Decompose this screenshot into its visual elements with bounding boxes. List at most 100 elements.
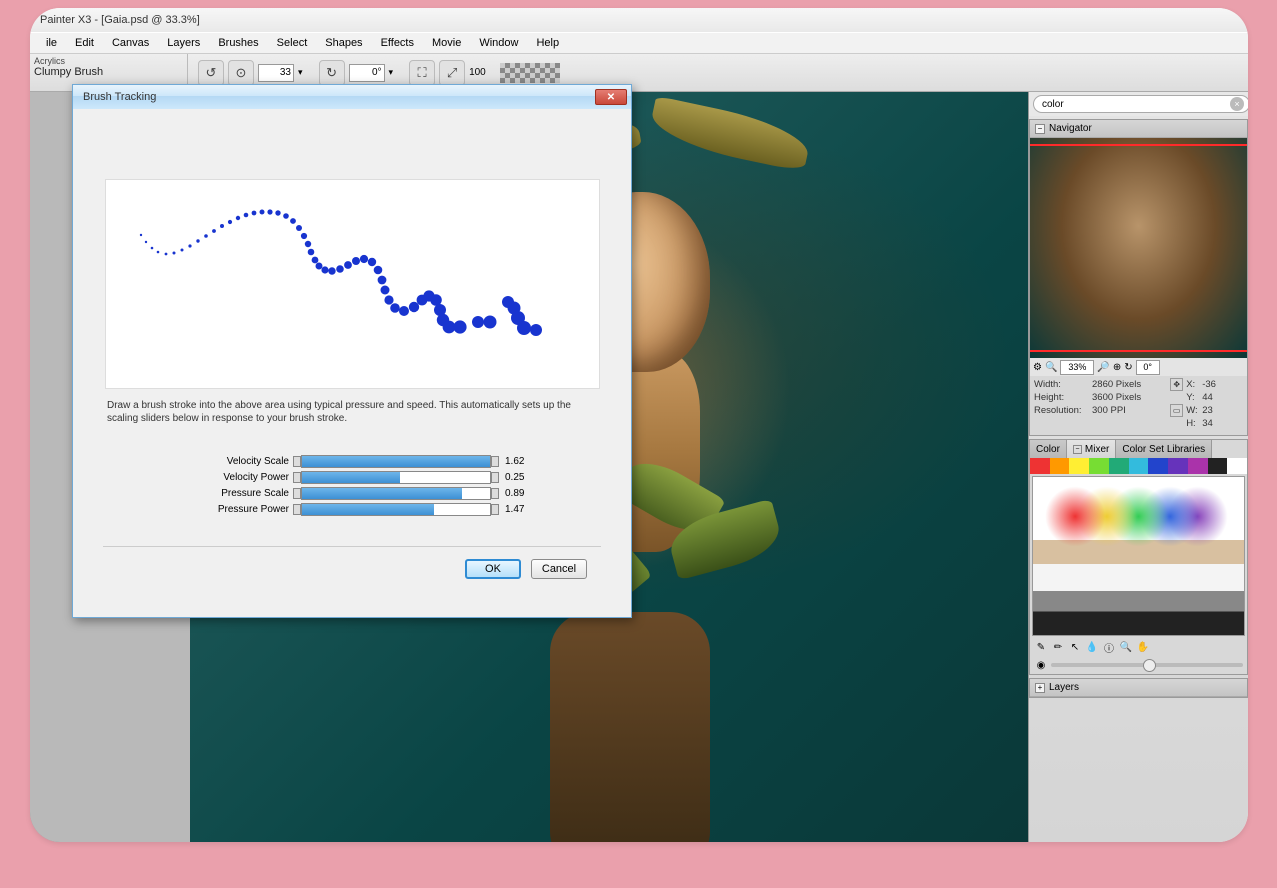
- swatch[interactable]: [1129, 458, 1149, 474]
- slider-value: 1.47: [499, 504, 529, 515]
- slider-pressure-scale: Pressure Scale0.89: [103, 487, 601, 500]
- swatch[interactable]: [1069, 458, 1089, 474]
- info-y-label: Y:: [1186, 392, 1200, 403]
- slider-pressure-power: Pressure Power 1.47: [103, 503, 601, 516]
- tab-mixer[interactable]: −Mixer: [1067, 440, 1116, 458]
- info-w-label: W:: [1186, 405, 1200, 416]
- menu-movie[interactable]: Movie: [424, 35, 469, 51]
- layers-collapse-icon[interactable]: +: [1035, 683, 1045, 693]
- right-panels: × − Navigator ⚙ 🔍 🔎 ⊕ ↻: [1028, 92, 1248, 842]
- slider-decrement[interactable]: [293, 488, 301, 499]
- multi-dropper-icon[interactable]: ⓘ: [1102, 640, 1116, 654]
- brush-tracking-dialog: Brush Tracking ✕: [72, 84, 632, 618]
- slider-increment[interactable]: [491, 504, 499, 515]
- nav-rotate-icon[interactable]: ↻: [1124, 362, 1132, 373]
- menu-brushes[interactable]: Brushes: [210, 35, 266, 51]
- dropper-icon[interactable]: 💧: [1085, 640, 1099, 654]
- search-input[interactable]: [1033, 95, 1248, 113]
- swatch[interactable]: [1030, 458, 1050, 474]
- navigator-thumbnail[interactable]: [1030, 138, 1247, 358]
- mixer-size-slider[interactable]: [1051, 663, 1243, 667]
- zoom-size-icon[interactable]: ⤢: [439, 60, 465, 86]
- mixer-canvas[interactable]: [1032, 476, 1245, 636]
- menu-effects[interactable]: Effects: [373, 35, 422, 51]
- slider-track[interactable]: [301, 471, 491, 484]
- angle-chevron-icon[interactable]: ▾: [389, 67, 394, 78]
- slider-track[interactable]: [301, 503, 491, 516]
- brush-name-label: Clumpy Brush: [34, 66, 183, 78]
- info-height-val: 3600 Pixels: [1092, 392, 1168, 403]
- slider-decrement[interactable]: [293, 456, 301, 467]
- clear-search-icon[interactable]: ×: [1230, 97, 1244, 111]
- nav-zoom-out-icon[interactable]: 🔍: [1045, 362, 1057, 373]
- select-tool-icon[interactable]: ↖: [1068, 640, 1082, 654]
- slider-track[interactable]: [301, 455, 491, 468]
- menu-ile[interactable]: ile: [38, 35, 65, 51]
- brush-ghost-icon[interactable]: ⊙: [228, 60, 254, 86]
- swatch[interactable]: [1050, 458, 1070, 474]
- angle-icon[interactable]: ↻: [319, 60, 345, 86]
- reset-tool-icon[interactable]: ↺: [198, 60, 224, 86]
- collapse-toggle-icon[interactable]: −: [1035, 124, 1045, 134]
- size-chevron-icon[interactable]: ▾: [298, 67, 303, 78]
- slider-increment[interactable]: [491, 456, 499, 467]
- checker-preview: [500, 63, 560, 83]
- menu-window[interactable]: Window: [471, 35, 526, 51]
- nav-zoom-input[interactable]: [1060, 360, 1094, 375]
- navigator-title: Navigator: [1049, 123, 1092, 134]
- swatch[interactable]: [1168, 458, 1188, 474]
- slider-value: 0.25: [499, 472, 529, 483]
- tab-color[interactable]: Color: [1030, 440, 1067, 458]
- info-w-val: 23: [1202, 405, 1243, 416]
- swatch[interactable]: [1227, 458, 1247, 474]
- pan-mixer-icon[interactable]: ✋: [1136, 640, 1150, 654]
- menu-select[interactable]: Select: [269, 35, 316, 51]
- menu-layers[interactable]: Layers: [159, 35, 208, 51]
- swatch[interactable]: [1188, 458, 1208, 474]
- slider-label: Pressure Scale: [175, 488, 293, 499]
- nav-fit-icon[interactable]: ⊕: [1113, 362, 1121, 373]
- cancel-button[interactable]: Cancel: [531, 559, 587, 579]
- zoom-mixer-icon[interactable]: 🔍: [1119, 640, 1133, 654]
- swatch[interactable]: [1089, 458, 1109, 474]
- slider-decrement[interactable]: [293, 472, 301, 483]
- dirty-brush-icon[interactable]: ✏: [1051, 640, 1065, 654]
- nav-gear-icon[interactable]: ⚙: [1033, 362, 1042, 373]
- slider-value: 1.62: [499, 456, 529, 467]
- info-h-val: 34: [1202, 418, 1243, 429]
- title-bar: Painter X3 - [Gaia.psd @ 33.3%]: [30, 8, 1248, 32]
- slider-label: Pressure Power: [175, 504, 293, 515]
- title-text: Painter X3 - [Gaia.psd @ 33.3%]: [40, 14, 200, 26]
- nav-rotate-input[interactable]: [1136, 360, 1160, 375]
- menu-bar: ileEditCanvasLayersBrushesSelectShapesEf…: [30, 32, 1248, 54]
- menu-shapes[interactable]: Shapes: [317, 35, 370, 51]
- color-swatches[interactable]: [1030, 458, 1247, 474]
- slider-decrement[interactable]: [293, 504, 301, 515]
- menu-edit[interactable]: Edit: [67, 35, 102, 51]
- slider-track[interactable]: [301, 487, 491, 500]
- brush-tool-icon[interactable]: ✎: [1034, 640, 1048, 654]
- info-res-val: 300 PPI: [1092, 405, 1168, 416]
- slider-label: Velocity Scale: [175, 456, 293, 467]
- brush-size-input[interactable]: [258, 64, 294, 82]
- dialog-help-text: Draw a brush stroke into the above area …: [107, 399, 587, 425]
- menu-help[interactable]: Help: [528, 35, 567, 51]
- tab-color-set-libraries[interactable]: Color Set Libraries: [1116, 440, 1212, 458]
- nav-zoom-in-icon[interactable]: 🔎: [1097, 362, 1109, 373]
- slider-increment[interactable]: [491, 488, 499, 499]
- fit-to-screen-icon[interactable]: ⛶: [409, 60, 435, 86]
- layers-title: Layers: [1049, 682, 1079, 693]
- swatch[interactable]: [1148, 458, 1168, 474]
- stroke-drawing-area[interactable]: [105, 179, 600, 389]
- dialog-title: Brush Tracking: [77, 91, 156, 103]
- swatch[interactable]: [1109, 458, 1129, 474]
- swatch[interactable]: [1208, 458, 1228, 474]
- ok-button[interactable]: OK: [465, 559, 521, 579]
- angle-input[interactable]: [349, 64, 385, 82]
- menu-canvas[interactable]: Canvas: [104, 35, 157, 51]
- wh-icon: ▭: [1170, 404, 1183, 417]
- layers-panel: + Layers: [1029, 678, 1248, 698]
- info-h-label: H:: [1186, 418, 1200, 429]
- close-button[interactable]: ✕: [595, 89, 627, 105]
- slider-increment[interactable]: [491, 472, 499, 483]
